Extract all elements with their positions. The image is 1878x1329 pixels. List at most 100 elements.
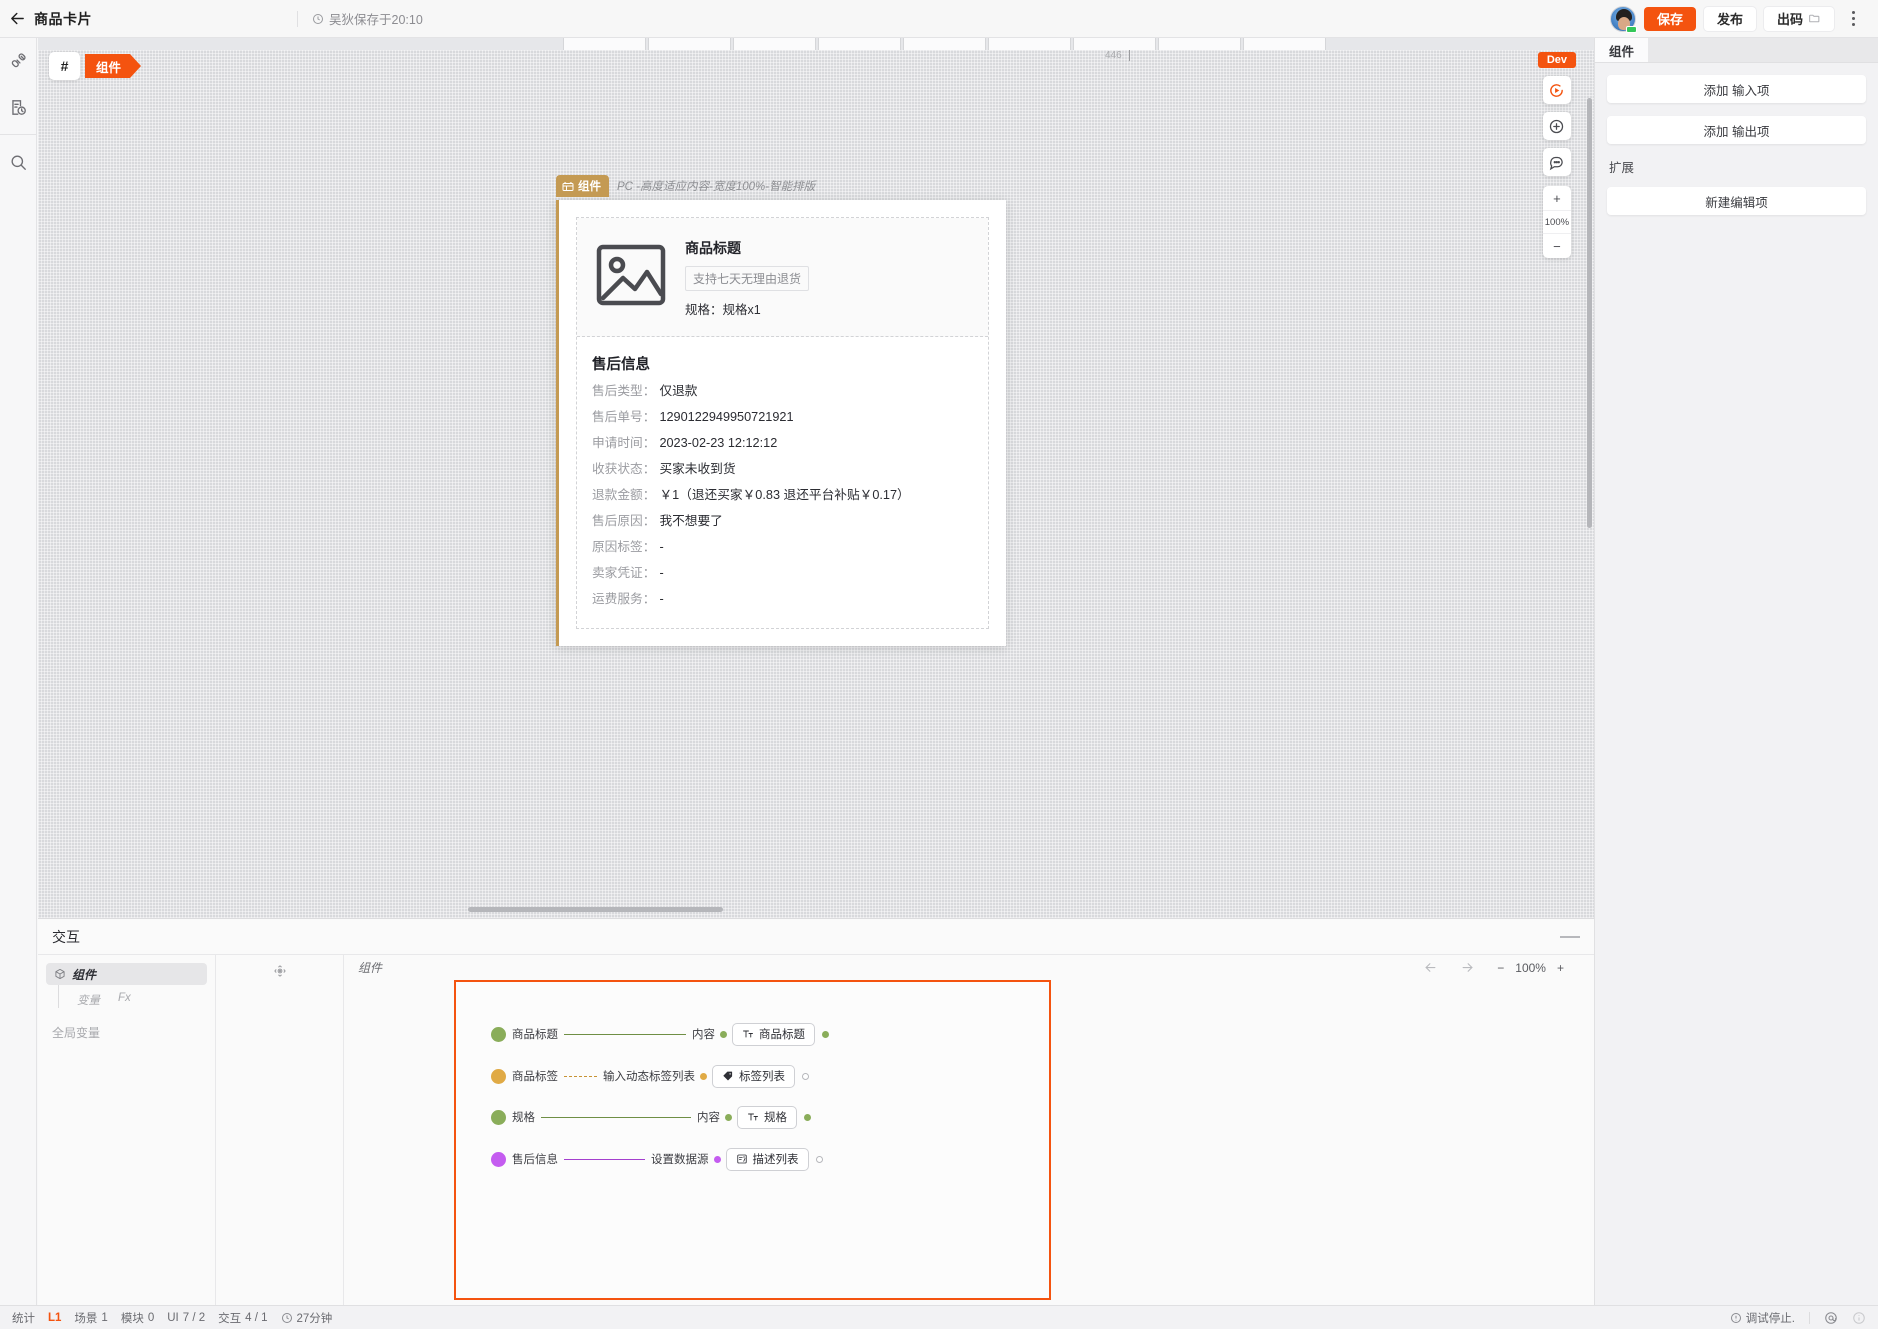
status-stat-label: 统计	[12, 1312, 35, 1325]
component-breadcrumb-chip[interactable]: 组件	[85, 54, 142, 78]
debug-status[interactable]: 调试停止.	[1730, 1310, 1795, 1326]
port-dot[interactable]	[713, 1155, 721, 1163]
canvas-horizontal-scrollbar[interactable]	[468, 907, 723, 912]
tab-component[interactable]: 组件	[1595, 38, 1649, 62]
topbar-actions: 保存 发布 出码	[1609, 5, 1878, 33]
target-chip-label: 规格	[764, 1112, 787, 1124]
search-icon	[11, 154, 26, 170]
status-divider	[1809, 1311, 1810, 1324]
product-service-tag: 支持七天无理由退货	[685, 266, 810, 291]
status-interact-value: 4 / 1	[245, 1311, 268, 1324]
info-circle-icon[interactable]	[1852, 1311, 1866, 1325]
artboard[interactable]: 商品标题 支持七天无理由退货 规格：规格x1 售后信息 售后类型： 仅退款 售后单…	[556, 200, 1006, 646]
debug-status-label: 调试停止.	[1745, 1312, 1795, 1325]
global-variable-item[interactable]: 全局变量	[46, 1008, 207, 1041]
top-bar: 商品卡片 吴狄保存于20:10 保存 发布 出码	[0, 0, 1878, 38]
product-row: 商品标题 支持七天无理由退货 规格：规格x1	[577, 218, 988, 337]
status-scene-label: 场景	[74, 1312, 98, 1325]
tree-node-component[interactable]: 组件	[46, 963, 207, 985]
interaction-panel: 交互 组件 变量 Fx 全局变量 组件 − 100% + 商品标题 内容 商品标…	[38, 918, 1594, 1306]
status-duration: 27分钟	[281, 1310, 332, 1326]
field-key: 申请时间：	[592, 436, 656, 450]
source-dot[interactable]	[491, 1109, 506, 1125]
field-value: 1290122949950721921	[659, 410, 794, 424]
at-circle-icon[interactable]	[1824, 1311, 1838, 1325]
save-status: 吴狄保存于20:10	[297, 10, 423, 27]
tree-node-label: 组件	[72, 967, 97, 982]
add-output-button[interactable]: 添加 输出项	[1607, 116, 1866, 144]
status-module: 模块 0	[121, 1310, 154, 1326]
source-label: 商品标题	[512, 1029, 558, 1041]
graph-row: 规格 内容 规格	[491, 1105, 816, 1129]
hash-chip[interactable]: #	[49, 52, 80, 80]
port-dot[interactable]	[725, 1113, 732, 1121]
graph-zoom-controls: − 100% +	[1497, 961, 1564, 975]
output-dot[interactable]	[802, 1072, 809, 1080]
status-bar-right: 调试停止.	[1730, 1310, 1866, 1326]
graph-header: 组件 − 100% +	[344, 955, 1594, 980]
publish-button[interactable]: 发布	[1703, 6, 1756, 31]
target-chip[interactable]: 规格	[737, 1105, 797, 1129]
add-circle-button[interactable]	[1542, 112, 1571, 140]
save-button[interactable]: 保存	[1643, 6, 1696, 31]
rail-history-button[interactable]	[0, 84, 37, 130]
more-menu-button[interactable]	[1842, 6, 1864, 32]
output-dot[interactable]	[822, 1030, 829, 1038]
new-edit-item-button[interactable]: 新建编辑项	[1607, 187, 1866, 215]
source-dot[interactable]	[491, 1068, 506, 1084]
status-interact: 交互 4 / 1	[218, 1310, 267, 1326]
connector-line	[541, 1116, 691, 1118]
target-chip[interactable]: 标签列表	[712, 1064, 795, 1088]
tree-sub-fx[interactable]: Fx	[118, 992, 131, 1008]
canvas-zoom-out-button[interactable]: −	[1543, 234, 1571, 258]
field-key: 售后原因：	[592, 514, 656, 528]
status-module-value: 0	[147, 1311, 155, 1324]
product-spec-value: 规格x1	[722, 303, 761, 317]
field-value: -	[659, 592, 664, 606]
graph-canvas[interactable]: 商品标题 内容 商品标题 商品标签 输入动态标签列表 标签列表 规格 内容 规格…	[454, 980, 1051, 1300]
canvas-zoom-in-button[interactable]: +	[1543, 186, 1571, 210]
comment-button[interactable]	[1542, 148, 1571, 176]
interaction-panel-title: 交互	[52, 928, 80, 945]
dev-badge[interactable]: Dev	[1537, 52, 1576, 68]
graph-row: 商品标题 内容 商品标题	[491, 1022, 834, 1046]
source-dot[interactable]	[491, 1151, 506, 1167]
output-dot[interactable]	[804, 1113, 811, 1121]
rail-plugin-button[interactable]	[0, 38, 37, 84]
status-scene-value: 1	[101, 1311, 108, 1324]
status-ui-value: 7 / 2	[182, 1311, 206, 1324]
arrow-left-icon[interactable]	[1423, 960, 1438, 975]
rail-search-button[interactable]	[0, 139, 37, 185]
preview-run-button[interactable]	[1542, 76, 1571, 104]
target-chip[interactable]: 商品标题	[732, 1022, 815, 1046]
source-dot[interactable]	[491, 1026, 506, 1042]
add-input-button[interactable]: 添加 输入项	[1607, 75, 1866, 103]
field-key: 卖家凭证：	[592, 566, 656, 580]
port-dot[interactable]	[700, 1072, 707, 1080]
graph-row: 商品标签 输入动态标签列表 标签列表	[491, 1064, 809, 1088]
right-panel: 组件 添加 输入项 添加 输出项 扩展 新建编辑项	[1594, 38, 1878, 1305]
output-dot[interactable]	[815, 1155, 823, 1163]
back-arrow-icon[interactable]	[0, 0, 34, 38]
arrow-right-icon[interactable]	[1460, 960, 1475, 975]
artboard-tag[interactable]: 组件	[556, 175, 609, 197]
minimize-icon[interactable]	[1560, 935, 1580, 938]
artboard-tag-label: 组件	[578, 181, 601, 193]
export-code-button[interactable]: 出码	[1763, 6, 1834, 31]
ruler-width-value: 446	[1105, 50, 1122, 61]
canvas-ruler	[38, 38, 1594, 50]
status-level: L1	[48, 1311, 62, 1324]
tab-empty-area	[1648, 38, 1878, 62]
port-dot[interactable]	[720, 1030, 727, 1038]
canvas-vertical-scrollbar[interactable]	[1587, 98, 1592, 528]
field-value: 仅退款	[659, 384, 698, 398]
graph-zoom-out-button[interactable]: −	[1497, 961, 1504, 975]
graph-zoom-in-button[interactable]: +	[1557, 961, 1564, 975]
avatar[interactable]	[1609, 5, 1637, 33]
target-icon[interactable]	[273, 964, 287, 978]
artboard-meta: PC -高度适应内容-宽度100%-智能排版	[617, 181, 816, 193]
design-canvas[interactable]: 446 # 组件 组件 PC -高度适应内容-宽度100%-智能排版 商品标题 …	[38, 38, 1594, 918]
target-chip[interactable]: 描述列表	[725, 1147, 809, 1171]
table-row: 售后类型： 仅退款	[592, 378, 973, 404]
tree-sub-variable[interactable]: 变量	[77, 992, 100, 1008]
